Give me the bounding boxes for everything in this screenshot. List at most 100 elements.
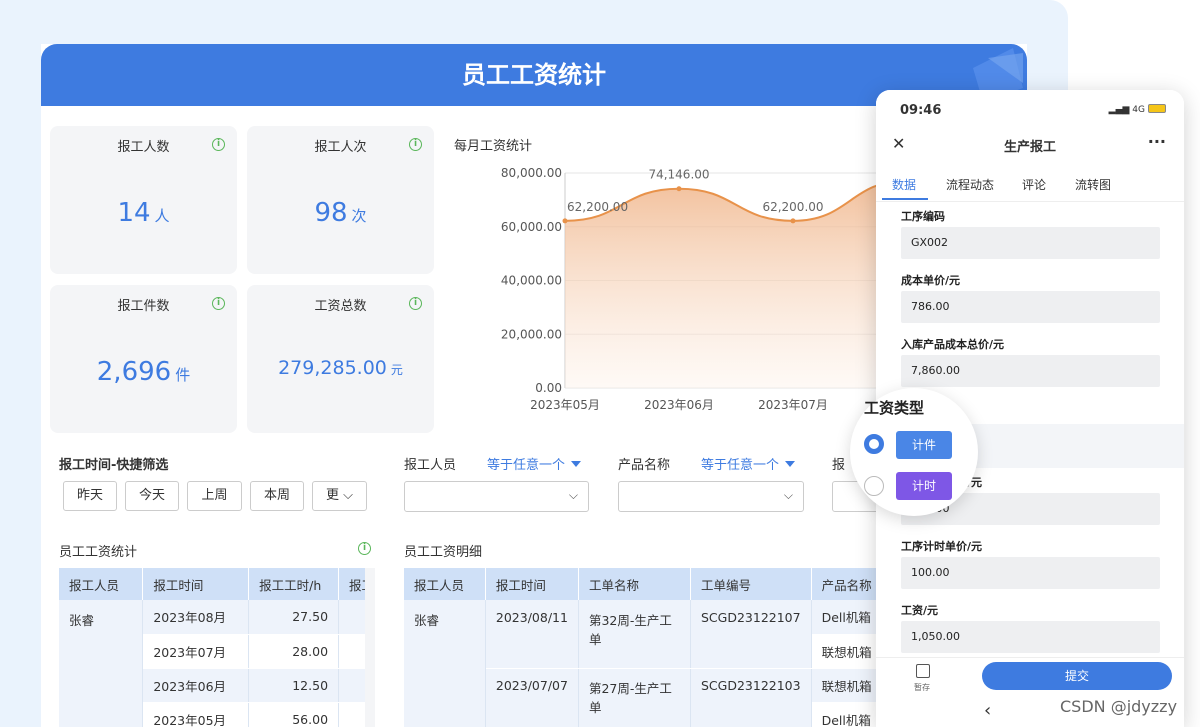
detail-table-title: 员工工资明细 xyxy=(404,545,483,560)
more-icon[interactable]: ··· xyxy=(1148,132,1166,151)
field-value[interactable]: 7,860.00 xyxy=(901,355,1160,387)
table-cell: 第27周-生产工单 xyxy=(578,668,691,727)
filter-yesterday-button[interactable]: 昨天 xyxy=(63,481,117,511)
phone-title: 生产报工 xyxy=(1003,140,1056,155)
detail-table: 报工人员 报工时间 工单名称 工单编号 产品名称 张睿 2023/08/11 第… xyxy=(404,568,884,727)
table-cell: 28.00 xyxy=(248,634,340,669)
table-cell: 12.50 xyxy=(248,668,340,703)
data-label: 62,200.00 xyxy=(567,200,628,214)
column-header[interactable]: 工单编号 xyxy=(690,568,812,600)
tab-comments[interactable]: 评论 xyxy=(1022,176,1046,193)
stat-unit: 元 xyxy=(390,363,403,377)
back-icon[interactable]: ‹ xyxy=(984,700,991,721)
filter-more-button[interactable]: 更 ⌵ xyxy=(312,481,367,511)
data-point xyxy=(562,218,568,224)
page-title: 员工工资统计 xyxy=(462,61,606,89)
x-tick-label: 2023年05月 xyxy=(530,398,600,412)
column-header[interactable]: 工单名称 xyxy=(578,568,691,600)
quick-filter-title: 报工时间-快捷筛选 xyxy=(59,458,169,473)
stat-unit: 人 xyxy=(154,207,170,225)
status-clock: 09:46 xyxy=(900,103,942,118)
stat-card-title: 报工人次 xyxy=(314,140,367,155)
field-value[interactable]: 786.00 xyxy=(901,291,1160,323)
field-label: 成本单价/元 xyxy=(901,274,961,287)
stat-value: 14 xyxy=(117,198,151,228)
filter-last-week-button[interactable]: 上周 xyxy=(187,481,242,511)
column-header[interactable]: 报工时间 xyxy=(485,568,579,600)
chevron-down-icon: ⌵ xyxy=(343,488,353,503)
stat-unit: 件 xyxy=(175,366,191,384)
field-label: 工序编码 xyxy=(901,210,945,223)
filter-operator-label: 等于任意一个 xyxy=(701,458,780,473)
y-tick-label: 20,000.00 xyxy=(501,327,562,341)
tab-data[interactable]: 数据 xyxy=(892,176,916,193)
save-label[interactable]: 暂存 xyxy=(914,682,930,693)
popup-title: 工资类型 xyxy=(864,399,925,417)
radio-time[interactable] xyxy=(864,476,884,496)
stat-card-title: 报工人数 xyxy=(117,140,170,155)
option-time-button[interactable]: 计时 xyxy=(896,472,952,500)
stat-card-workers: 报工人数 i 14 人 xyxy=(50,126,237,274)
stat-card-title: 工资总数 xyxy=(314,299,367,314)
info-icon[interactable]: i xyxy=(409,138,422,151)
option-piece-button[interactable]: 计件 xyxy=(896,431,952,459)
filter-more-label: 更 xyxy=(325,488,339,503)
stats-table-wrap: 报工人员 报工时间 报工工时/h 报工 张睿 2023年08月 27.50 20… xyxy=(59,568,365,727)
column-header[interactable]: 报工人员 xyxy=(59,568,144,600)
filter-product-select[interactable]: ⌵ xyxy=(618,481,804,512)
table-header-row: 报工人员 报工时间 报工工时/h 报工 xyxy=(59,568,365,600)
stat-card-title: 报工件数 xyxy=(117,299,170,314)
submit-button[interactable]: 提交 xyxy=(982,662,1172,690)
column-header[interactable]: 报工工时/h xyxy=(248,568,340,600)
save-icon[interactable] xyxy=(916,664,930,678)
radio-piece-selected[interactable] xyxy=(864,434,884,454)
detail-table-wrap: 报工人员 报工时间 工单名称 工单编号 产品名称 张睿 2023/08/11 第… xyxy=(404,568,884,727)
tab-flowchart[interactable]: 流转图 xyxy=(1075,176,1111,193)
info-icon[interactable]: i xyxy=(358,542,371,555)
table-cell: SCGD23122107 xyxy=(690,600,812,669)
field-value[interactable]: GX002 xyxy=(901,227,1160,259)
data-point xyxy=(676,186,682,192)
stats-table-scrollbar[interactable] xyxy=(365,568,375,727)
filter-today-button[interactable]: 今天 xyxy=(125,481,179,511)
filter-worker-select[interactable]: ⌵ xyxy=(404,481,589,512)
y-tick-label: 80,000.00 xyxy=(501,166,562,180)
table-cell: 第32周-生产工单 xyxy=(578,600,691,669)
info-icon[interactable]: i xyxy=(409,297,422,310)
tab-process[interactable]: 流程动态 xyxy=(946,176,994,193)
worker-name-cell: 张睿 xyxy=(59,600,144,727)
filter-product-operator[interactable]: 等于任意一个 xyxy=(701,454,796,473)
column-header[interactable]: 产品名称 xyxy=(811,568,884,600)
network-label: 4G xyxy=(1132,105,1145,115)
battery-icon xyxy=(1148,104,1166,113)
column-header[interactable]: 报工时间 xyxy=(142,568,250,600)
stats-table-title: 员工工资统计 xyxy=(59,545,138,560)
form-field-wage: 工资/元 1,050.00 xyxy=(876,596,1184,660)
phone-bottom-bar: 暂存 提交 ‹ xyxy=(876,657,1184,727)
filter-operator-label: 等于任意一个 xyxy=(487,458,566,473)
field-value[interactable]: 1,050.00 xyxy=(901,621,1160,653)
y-tick-label: 60,000.00 xyxy=(501,220,562,234)
info-icon[interactable]: i xyxy=(212,138,225,151)
info-icon[interactable]: i xyxy=(212,297,225,310)
table-row[interactable]: 张睿 2023年08月 27.50 xyxy=(59,600,365,727)
table-row[interactable]: 张睿 2023/08/11 第32周-生产工单 SCGD23122107 Del… xyxy=(404,600,884,727)
form-field-total-cost: 入库产品成本总价/元 7,860.00 xyxy=(876,330,1184,394)
column-header[interactable]: 报工人员 xyxy=(404,568,486,600)
y-tick-label: 40,000.00 xyxy=(501,274,562,288)
stat-card-times: 报工人次 i 98 次 xyxy=(247,126,434,274)
caret-down-icon xyxy=(785,461,796,467)
table-cell xyxy=(338,702,365,727)
table-cell: 56.00 xyxy=(248,702,340,727)
table-cell: 联想机箱 xyxy=(811,634,884,669)
filter-worker-operator[interactable]: 等于任意一个 xyxy=(487,454,582,473)
phone-tabs: 数据 流程动态 评论 流转图 xyxy=(876,172,1184,202)
filter-this-week-button[interactable]: 本周 xyxy=(250,481,304,511)
table-cell: Dell机箱 xyxy=(811,702,884,727)
table-cell: 2023/07/07 xyxy=(485,668,579,727)
phone-top-bar: 09:46 ▂▄▆ 4G ✕ 生产报工 ··· 数据 流程动态 评论 流转图 xyxy=(876,90,1184,210)
column-header[interactable]: 报工 xyxy=(338,568,365,600)
field-value[interactable]: 100.00 xyxy=(901,557,1160,589)
stat-value: 98 xyxy=(314,198,348,228)
worker-name-cell: 张睿 xyxy=(404,600,486,727)
